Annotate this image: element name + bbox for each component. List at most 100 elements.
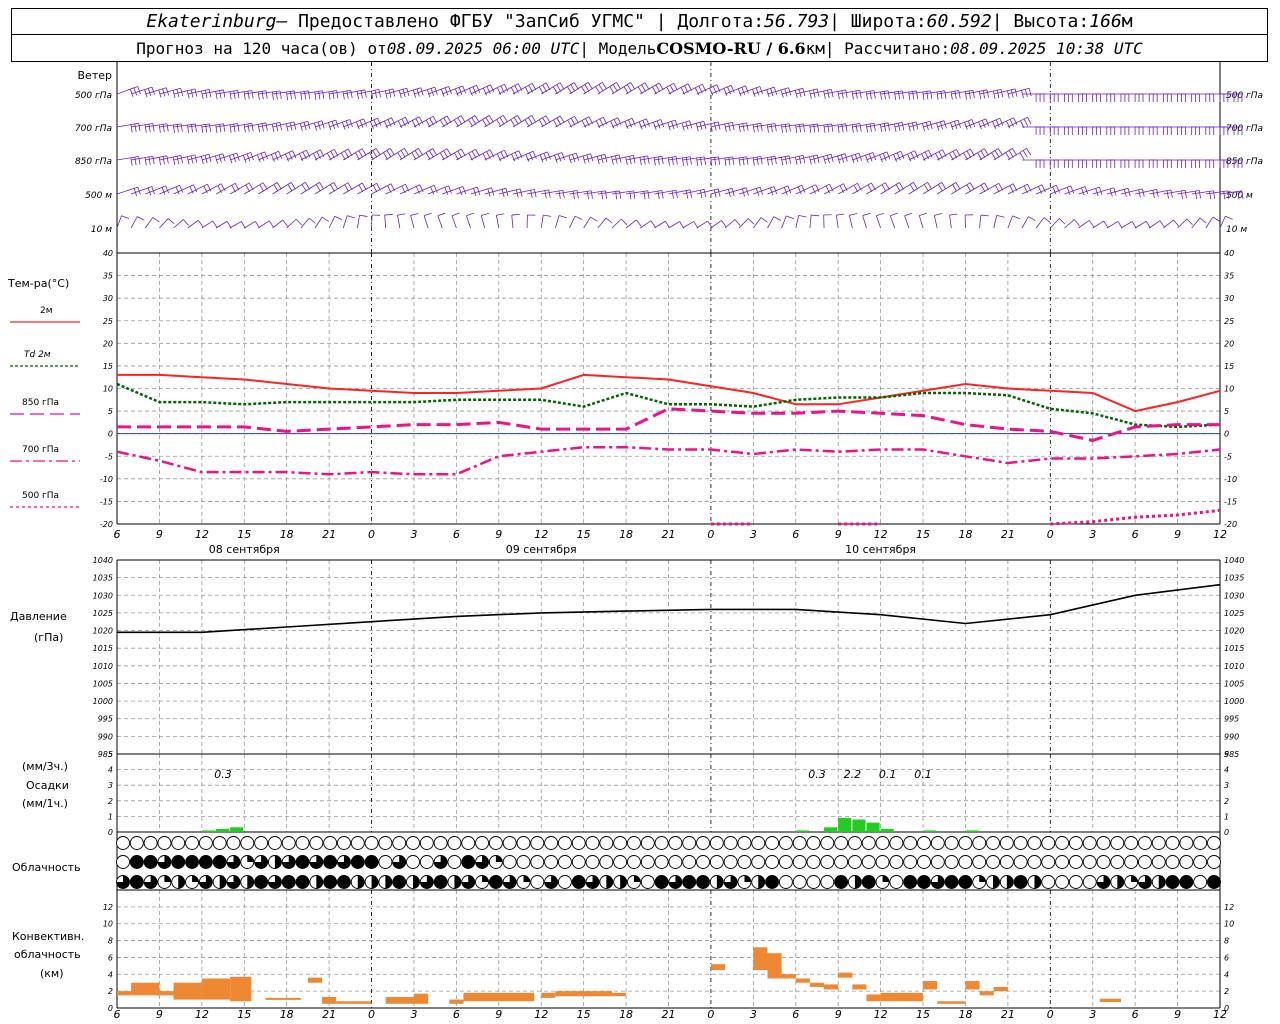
wind-barb <box>173 219 189 229</box>
wind-barb-feather <box>811 214 820 217</box>
wind-barb-feather <box>795 124 798 133</box>
cloud-circle <box>599 855 614 869</box>
wind-barb-feather <box>639 157 642 166</box>
conv-cloud-bar <box>230 976 252 1002</box>
cloud-circle <box>889 875 904 889</box>
cloud-circle <box>185 836 200 850</box>
wind-barb-feather <box>981 120 986 128</box>
wind-barb-feather <box>930 90 933 99</box>
conv-title: Конвективн. <box>12 930 84 943</box>
wind-barb-feather <box>737 88 742 97</box>
wind-barb-feather <box>1194 191 1198 200</box>
wind-barb-feather <box>992 121 997 129</box>
wind-barb <box>1149 93 1172 102</box>
cloud-circle <box>751 836 766 850</box>
cloud-cover-symbol <box>999 855 1014 869</box>
wind-barb-feather <box>468 119 473 127</box>
wind-barb-feather <box>330 184 335 192</box>
cloud-cover-symbol <box>958 855 973 869</box>
wind-barb-staff <box>639 220 652 229</box>
wind-barb-feather <box>641 84 647 92</box>
cloud-circle <box>806 836 821 850</box>
cloud-circle <box>1151 855 1166 869</box>
wind-level-label-right: 10 м <box>1226 225 1247 235</box>
wind-barb-feather <box>798 156 802 165</box>
conv-cloud-bar <box>937 1001 966 1004</box>
wind-barb <box>1106 126 1130 135</box>
wind-barb-feather <box>837 124 840 133</box>
wind-barb-feather <box>257 91 260 100</box>
wind-barb-feather <box>308 90 310 99</box>
cloud-circle <box>585 855 600 869</box>
cloud-cover-symbol <box>1027 836 1042 850</box>
wind-barb-feather <box>625 156 628 165</box>
cloud-cover-symbol <box>1151 855 1166 869</box>
wind-barb-feather <box>581 86 587 94</box>
wind-barb-feather <box>525 154 530 162</box>
cloud-cover-symbol <box>1137 855 1152 869</box>
hour-tick-label: 12 <box>874 1008 888 1021</box>
wind-barb <box>823 214 832 229</box>
wind-barb-feather <box>798 214 807 218</box>
wind-barb-feather <box>675 190 678 199</box>
cloud-cover-symbol <box>378 836 393 850</box>
cloud-cover-symbol <box>889 855 904 869</box>
cloud-cover-symbol <box>999 836 1014 850</box>
wind-barb-feather <box>440 89 445 97</box>
cloud-cover-symbol <box>212 875 227 889</box>
hour-tick-label: 18 <box>958 1008 972 1021</box>
y-tick-left: 1025 <box>93 609 113 618</box>
wind-barb <box>862 212 871 229</box>
wind-barb-feather <box>1223 191 1226 200</box>
wind-barb-feather <box>938 184 943 192</box>
wind-barb-feather <box>841 90 844 99</box>
cloud-circle <box>281 836 296 850</box>
wind-barb <box>201 220 218 229</box>
wind-barb-feather <box>908 123 911 132</box>
hour-tick-label: 21 <box>662 528 676 541</box>
cloud-circle <box>820 855 835 869</box>
wind-barb-feather <box>152 156 155 165</box>
hour-tick-label: 15 <box>916 1008 930 1021</box>
hour-tick-label: 0 <box>707 528 714 541</box>
wind-barb <box>1106 221 1123 229</box>
cloud-circle <box>847 836 862 850</box>
cloud-cover-symbol <box>157 875 172 889</box>
cloud-fill <box>744 875 751 882</box>
cloud-fill <box>192 875 199 882</box>
hour-tick-label: 9 <box>835 528 842 541</box>
y-tick-right: 1020 <box>1224 627 1244 636</box>
cloud-cover-symbol <box>778 875 793 889</box>
y-tick-right: -15 <box>1224 497 1237 506</box>
cloud-cover-symbol <box>557 855 572 869</box>
wind-barb-feather <box>689 189 693 198</box>
wind-barb <box>1177 159 1200 168</box>
cloud-cover-symbol <box>1096 875 1111 889</box>
cloud-cover-symbol <box>778 855 793 869</box>
conv-cloud-bar <box>767 953 782 979</box>
wind-barb-feather <box>650 220 656 228</box>
conv-cloud-bar <box>173 982 202 1000</box>
precip-bar <box>852 819 866 832</box>
cloud-fill <box>461 855 475 869</box>
wind-barb <box>215 221 232 229</box>
cloud-fill <box>247 855 254 862</box>
wind-barb-feather <box>587 82 593 90</box>
wind-barb-feather <box>665 221 670 229</box>
hour-tick-label: 3 <box>1089 1008 1096 1021</box>
wind-barb-staff <box>286 218 297 229</box>
cloud-fill <box>489 875 503 889</box>
wind-barb-feather <box>836 213 845 216</box>
conv-cloud-bar <box>979 991 994 996</box>
cloud-cover-symbol <box>1207 855 1221 869</box>
wind-barb-staff <box>1092 220 1104 229</box>
cloud-circle <box>240 836 255 850</box>
cloud-circle <box>709 836 724 850</box>
wind-barb <box>1036 93 1059 102</box>
cloud-cover-symbol <box>847 875 862 889</box>
wind-barb-staff <box>300 217 310 229</box>
cloud-cover-symbol <box>378 855 393 869</box>
wind-barb-staff <box>187 219 199 229</box>
wind-barb-staff <box>554 215 560 229</box>
y-tick-left: 1010 <box>93 662 113 671</box>
